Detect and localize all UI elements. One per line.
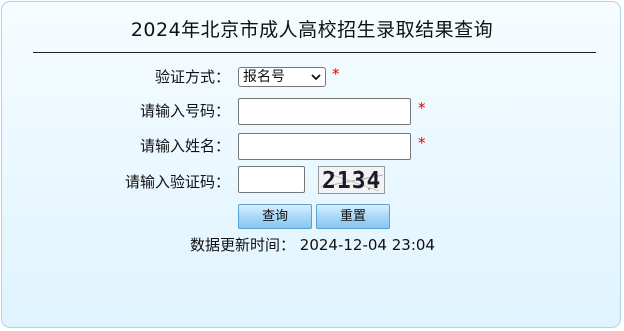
name-input[interactable] xyxy=(238,133,411,160)
captcha-code: 2134 xyxy=(322,168,382,194)
query-button[interactable]: 查询 xyxy=(238,204,312,229)
reg-no-label: 请输入号码： xyxy=(139,102,230,120)
captcha-input[interactable] xyxy=(238,166,305,193)
reset-button[interactable]: 重置 xyxy=(316,204,390,229)
verify-method-value: 报名号 xyxy=(243,69,285,85)
captcha-image[interactable]: 2134 xyxy=(318,166,385,194)
chevron-down-icon xyxy=(311,68,321,86)
required-mark: * xyxy=(418,99,426,117)
captcha-label: 请输入验证码： xyxy=(124,173,230,191)
title-divider xyxy=(33,52,596,53)
update-time: 数据更新时间： 2024-12-04 23:04 xyxy=(190,234,435,255)
page-title: 2024年北京市成人高校招生录取结果查询 xyxy=(130,19,494,41)
required-mark: * xyxy=(332,65,340,83)
name-label: 请输入姓名： xyxy=(139,137,230,155)
verify-method-select[interactable]: 报名号 xyxy=(238,67,326,87)
required-mark: * xyxy=(418,134,426,152)
reg-no-input[interactable] xyxy=(238,98,411,125)
update-time-value: 2024-12-04 23:04 xyxy=(299,236,435,254)
verify-method-label: 验证方式： xyxy=(154,68,230,86)
update-time-label: 数据更新时间： xyxy=(190,236,296,254)
query-panel: 2024年北京市成人高校招生录取结果查询 验证方式： 报名号 * 请输入号码： … xyxy=(1,1,621,328)
